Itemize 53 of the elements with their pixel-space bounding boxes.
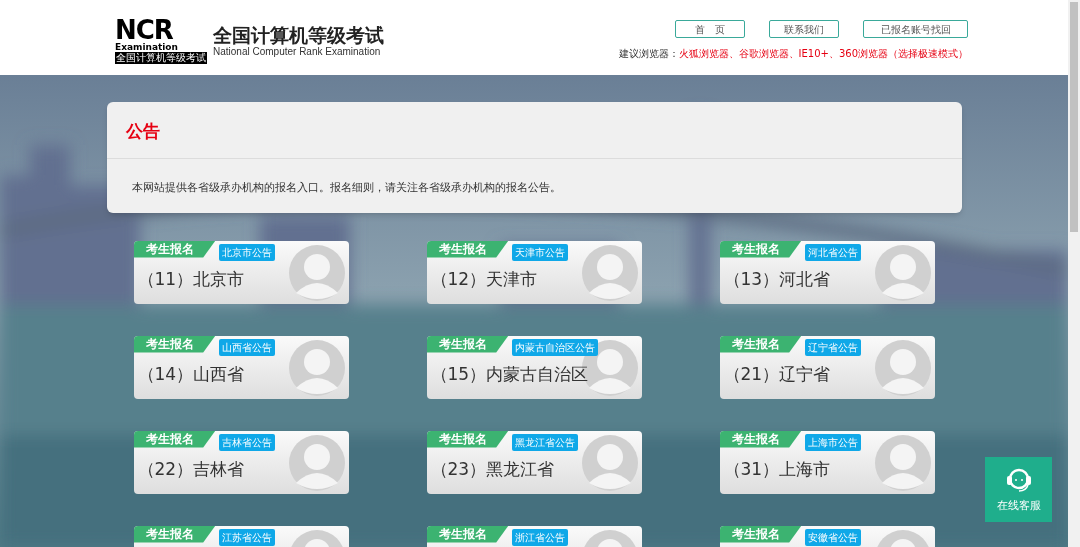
region-card[interactable]: 考生报名 安徽省公告 [719, 525, 935, 547]
site-title: 全国计算机等级考试 [213, 24, 384, 46]
region-card[interactable]: 考生报名 江苏省公告 [133, 525, 349, 547]
notice-badge[interactable]: 山西省公告 [218, 338, 275, 356]
region-card[interactable]: 考生报名 内蒙古自治区公告 （15）内蒙古自治区 [426, 335, 642, 399]
notice-badge[interactable]: 天津市公告 [511, 243, 568, 261]
nav-button[interactable]: 首 页 [675, 20, 745, 38]
region-name: （15）内蒙古自治区 [430, 362, 589, 386]
region-card[interactable]: 考生报名 山西省公告 （14）山西省 [133, 335, 349, 399]
avatar-icon [579, 242, 640, 303]
notice-text: 本网站提供各省级承办机构的报名入口。报名细则，请关注各省级承办机构的报名公告。 [131, 180, 561, 194]
avatar-icon [872, 242, 933, 303]
notice-badge[interactable]: 北京市公告 [218, 243, 275, 261]
nav-button[interactable]: 已报名账号找回 [863, 20, 968, 38]
region-card[interactable]: 考生报名 吉林省公告 （22）吉林省 [133, 430, 349, 494]
notice-badge[interactable]: 黑龙江省公告 [511, 433, 578, 451]
region-card[interactable]: 考生报名 上海市公告 （31）上海市 [719, 430, 935, 494]
region-card[interactable]: 考生报名 浙江省公告 [426, 525, 642, 547]
avatar-icon [872, 337, 933, 398]
scrollbar[interactable] [1068, 0, 1080, 547]
region-name: （13）河北省 [723, 267, 831, 291]
notice-badge[interactable]: 内蒙古自治区公告 [511, 338, 598, 356]
region-name: （21）辽宁省 [723, 362, 831, 386]
logo: NCR Examination 全国计算机等级考试 [115, 18, 207, 64]
notice-title: 公告 [125, 121, 160, 141]
region-name: （14）山西省 [137, 362, 245, 386]
notice-badge[interactable]: 辽宁省公告 [804, 338, 861, 356]
region-name: （22）吉林省 [137, 457, 245, 481]
notice-badge[interactable]: 安徽省公告 [804, 528, 861, 546]
region-card[interactable]: 考生报名 黑龙江省公告 （23）黑龙江省 [426, 430, 642, 494]
online-service-button[interactable]: 在线客服 [985, 457, 1052, 522]
notice-badge[interactable]: 上海市公告 [804, 433, 861, 451]
avatar-icon [286, 242, 347, 303]
region-card[interactable]: 考生报名 河北省公告 （13）河北省 [719, 240, 935, 304]
site-subtitle: National Computer Rank Examination [213, 46, 382, 58]
avatar-icon [579, 432, 640, 493]
nav-button[interactable]: 联系我们 [769, 20, 839, 38]
notice-badge[interactable]: 河北省公告 [804, 243, 861, 261]
notice-badge[interactable]: 江苏省公告 [218, 528, 275, 546]
browser-hint-list: 火狐浏览器、谷歌浏览器、IE10+、360浏览器（选择极速模式） [678, 46, 968, 61]
region-card[interactable]: 考生报名 北京市公告 （11）北京市 [133, 240, 349, 304]
region-card[interactable]: 考生报名 天津市公告 （12）天津市 [426, 240, 642, 304]
region-name: （23）黑龙江省 [430, 457, 555, 481]
avatar-icon [286, 432, 347, 493]
region-name: （31）上海市 [723, 457, 831, 481]
notice-badge[interactable]: 浙江省公告 [511, 528, 568, 546]
avatar-icon [872, 432, 933, 493]
region-name: （11）北京市 [137, 267, 245, 291]
notice-badge[interactable]: 吉林省公告 [218, 433, 275, 451]
region-name: （12）天津市 [430, 267, 538, 291]
region-card[interactable]: 考生报名 辽宁省公告 （21）辽宁省 [719, 335, 935, 399]
browser-hint-label: 建议浏览器： [618, 47, 679, 61]
avatar-icon [286, 337, 347, 398]
